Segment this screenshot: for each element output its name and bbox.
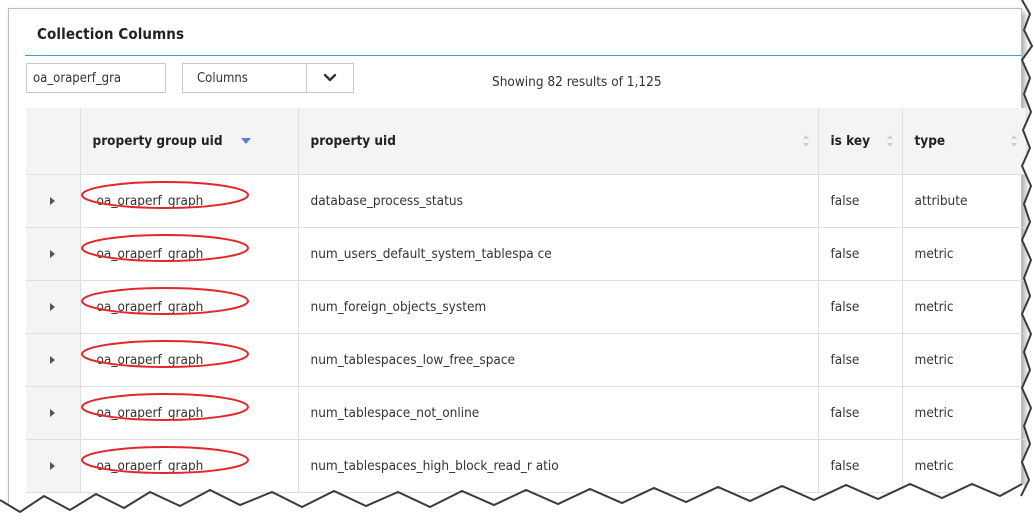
column-header-label: type bbox=[914, 133, 946, 149]
property-group-uid-text: oa_oraperf_graph bbox=[96, 193, 204, 209]
property-group-uid-cell: oa_oraperf_graph bbox=[80, 227, 299, 281]
property-group-uid-text: oa_oraperf_graph bbox=[96, 352, 204, 368]
property-group-uid-text: oa_oraperf_graph bbox=[96, 246, 204, 262]
expand-row-icon[interactable] bbox=[50, 197, 56, 205]
property-group-uid-cell: oa_oraperf_graph bbox=[80, 333, 299, 387]
table-row[interactable]: oa_oraperf_graph num_foreign_objects_sys… bbox=[26, 280, 1027, 334]
type-cell: metric bbox=[902, 280, 1027, 334]
type-cell: metric bbox=[902, 333, 1027, 387]
column-header-label: property group uid bbox=[92, 133, 223, 149]
expand-row-cell[interactable] bbox=[26, 386, 81, 440]
property-uid-cell: num_tablespaces_high_block_read_r atio bbox=[298, 439, 819, 493]
filter-input[interactable] bbox=[26, 63, 166, 93]
panel-title: Collection Columns bbox=[37, 25, 185, 43]
property-group-uid-cell: oa_oraperf_graph bbox=[80, 386, 299, 440]
type-cell: metric bbox=[902, 439, 1027, 493]
table-header-row: property group uid property uid is key t… bbox=[26, 108, 1027, 175]
expand-column-header bbox=[26, 108, 81, 175]
columns-dropdown[interactable]: Columns bbox=[182, 63, 354, 93]
expand-row-cell[interactable] bbox=[26, 333, 81, 387]
chevron-down-icon bbox=[323, 73, 337, 82]
type-cell: metric bbox=[902, 227, 1027, 281]
dropdown-toggle-button[interactable] bbox=[306, 64, 353, 92]
is-key-cell: false bbox=[818, 439, 903, 493]
property-group-uid-cell: oa_oraperf_graph bbox=[80, 439, 299, 493]
expand-row-cell[interactable] bbox=[26, 439, 81, 493]
expand-row-cell[interactable] bbox=[26, 280, 81, 334]
column-header-is-key[interactable]: is key bbox=[818, 108, 903, 175]
table-row[interactable]: oa_oraperf_graph database_process_status… bbox=[26, 174, 1027, 228]
table-row[interactable]: oa_oraperf_graph num_users_default_syste… bbox=[26, 227, 1027, 281]
type-cell: metric bbox=[902, 386, 1027, 440]
expand-row-icon[interactable] bbox=[50, 356, 56, 364]
table-row[interactable]: oa_oraperf_graph num_tablespaces_low_fre… bbox=[26, 333, 1027, 387]
is-key-cell: false bbox=[818, 280, 903, 334]
expand-row-cell[interactable] bbox=[26, 174, 81, 228]
expand-row-icon[interactable] bbox=[50, 303, 56, 311]
table-row[interactable]: oa_oraperf_graph num_tablespaces_high_bl… bbox=[26, 439, 1027, 493]
table-row[interactable]: oa_oraperf_graph num_tablespace_not_onli… bbox=[26, 386, 1027, 440]
property-uid-cell: num_users_default_system_tablespa ce bbox=[298, 227, 819, 281]
expand-row-icon[interactable] bbox=[50, 250, 56, 258]
property-uid-cell: num_tablespace_not_online bbox=[298, 386, 819, 440]
collection-columns-table: property group uid property uid is key t… bbox=[26, 108, 1027, 493]
column-header-property-uid[interactable]: property uid bbox=[298, 108, 819, 175]
expand-row-icon[interactable] bbox=[50, 409, 56, 417]
title-divider bbox=[25, 55, 1021, 56]
property-group-uid-cell: oa_oraperf_graph bbox=[80, 174, 299, 228]
expand-row-cell[interactable] bbox=[26, 227, 81, 281]
property-uid-cell: num_foreign_objects_system bbox=[298, 280, 819, 334]
property-group-uid-text: oa_oraperf_graph bbox=[96, 458, 204, 474]
column-header-label: is key bbox=[830, 133, 871, 149]
column-header-type[interactable]: type bbox=[902, 108, 1027, 175]
sort-descending-icon[interactable] bbox=[240, 138, 251, 144]
sortable-icon[interactable] bbox=[802, 134, 810, 148]
property-group-uid-text: oa_oraperf_graph bbox=[96, 299, 204, 315]
is-key-cell: false bbox=[818, 174, 903, 228]
property-group-uid-cell: oa_oraperf_graph bbox=[80, 280, 299, 334]
property-group-uid-text: oa_oraperf_graph bbox=[96, 405, 204, 421]
property-uid-cell: num_tablespaces_low_free_space bbox=[298, 333, 819, 387]
results-count: Showing 82 results of 1,125 bbox=[492, 74, 662, 90]
column-header-property-group-uid[interactable]: property group uid bbox=[80, 108, 299, 175]
is-key-cell: false bbox=[818, 227, 903, 281]
expand-row-icon[interactable] bbox=[50, 462, 56, 470]
column-header-label: property uid bbox=[310, 133, 396, 149]
sortable-icon[interactable] bbox=[1010, 134, 1018, 148]
sortable-icon[interactable] bbox=[886, 134, 894, 148]
is-key-cell: false bbox=[818, 333, 903, 387]
columns-dropdown-label: Columns bbox=[197, 70, 248, 86]
property-uid-cell: database_process_status bbox=[298, 174, 819, 228]
type-cell: attribute bbox=[902, 174, 1027, 228]
is-key-cell: false bbox=[818, 386, 903, 440]
